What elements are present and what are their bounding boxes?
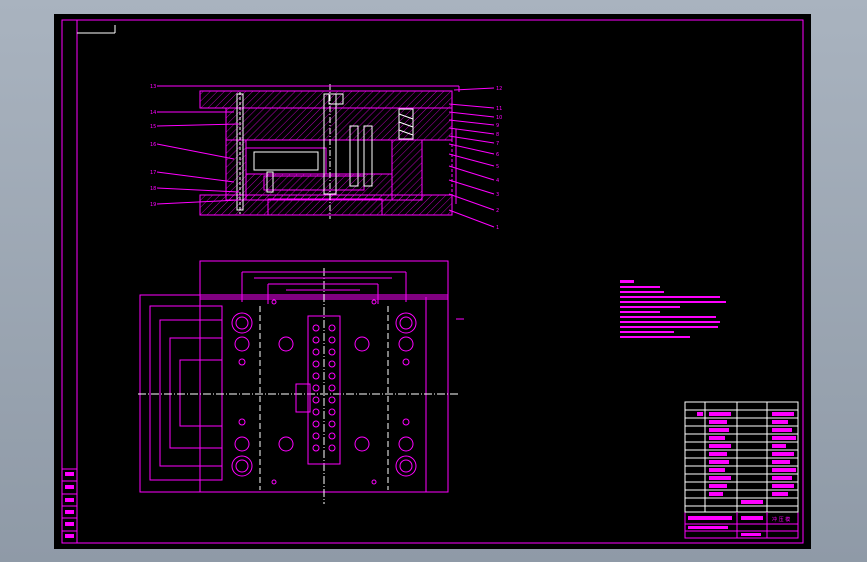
callout-19: 19	[150, 202, 156, 208]
callout-9: 9	[496, 123, 499, 129]
title-block: 冲 压 模	[684, 401, 799, 539]
callout-17: 17	[150, 170, 156, 176]
callout-10: 10	[496, 115, 502, 121]
callout-15: 15	[150, 124, 156, 130]
technical-notes	[620, 280, 726, 338]
callout-11: 11	[496, 106, 502, 112]
callout-3: 3	[496, 192, 499, 198]
callout-4: 4	[496, 178, 499, 184]
title-block-label: 冲 压 模	[772, 516, 790, 523]
callout-18: 18	[150, 186, 156, 192]
callout-12: 12	[496, 86, 502, 92]
callout-13: 13	[150, 84, 156, 90]
callout-1: 1	[496, 225, 499, 231]
callout-14: 14	[150, 110, 156, 116]
mold-assembly-drawing: 13 14 15 16 17 18 19 12 11 10 9 8 7 6 5 …	[61, 19, 804, 544]
cad-drawing-canvas[interactable]: 13 14 15 16 17 18 19 12 11 10 9 8 7 6 5 …	[54, 14, 811, 549]
revision-strip	[61, 468, 78, 544]
callout-2: 2	[496, 208, 499, 214]
callout-8: 8	[496, 132, 499, 138]
callout-5: 5	[496, 164, 499, 170]
plan-view	[138, 260, 464, 504]
callout-7: 7	[496, 141, 499, 147]
section-view	[199, 84, 457, 219]
callout-16: 16	[150, 142, 156, 148]
callout-6: 6	[496, 152, 499, 158]
